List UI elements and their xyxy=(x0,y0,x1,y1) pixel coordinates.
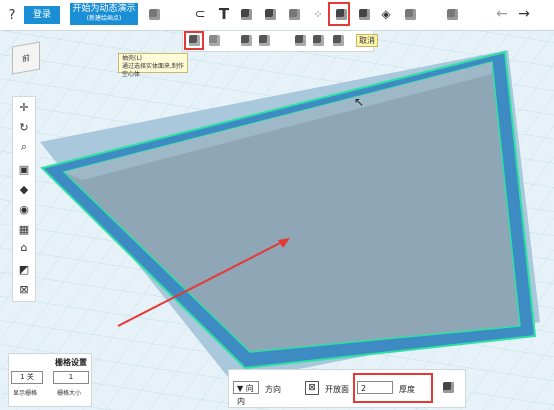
magnet-icon[interactable]: ⊂ xyxy=(192,6,208,22)
render-icon[interactable]: ▦ xyxy=(18,223,30,236)
grid-toggle-label: 显示栅格 xyxy=(13,390,38,397)
undo-icon[interactable]: ← xyxy=(494,6,510,22)
revolve-icon[interactable] xyxy=(286,6,302,22)
thickness-highlight xyxy=(353,373,433,403)
solid-icon-2[interactable] xyxy=(259,35,270,46)
solid-icon-1[interactable] xyxy=(241,35,252,46)
top-toolbar: ? 登录 开始为动态演示 (新建绘画点) ⊂ T ⁘ ◈ ← → xyxy=(0,0,554,31)
shell-sub-toolbar xyxy=(182,30,374,52)
direction-value: 向内 xyxy=(237,384,254,406)
redo-icon[interactable]: → xyxy=(516,6,532,22)
pattern-icon[interactable]: ⁘ xyxy=(310,6,326,22)
view-cube[interactable]: 前 xyxy=(12,41,40,75)
layer-icon[interactable] xyxy=(146,6,162,22)
grid-toggle-icon[interactable]: ⊠ xyxy=(18,283,30,296)
grid-size-field[interactable]: 1 xyxy=(53,371,89,384)
grid-toggle-field[interactable]: 1 关 xyxy=(11,371,43,384)
grid-size-label: 栅格大小 xyxy=(57,390,82,397)
text-icon[interactable]: T xyxy=(216,5,232,23)
material-icon[interactable]: ◩ xyxy=(18,263,30,276)
shell-layer-icon[interactable] xyxy=(209,35,220,46)
direction-select[interactable]: ▼ 向内 xyxy=(233,381,259,406)
mirror-icon[interactable] xyxy=(444,6,460,22)
grid-settings-title: 栅格设置 xyxy=(55,358,87,367)
tooltip-title: 抽壳(L) xyxy=(122,55,143,62)
shell-mode-highlight xyxy=(184,31,204,50)
open-face-checkbox[interactable]: ⊠ xyxy=(305,381,319,395)
open-face-label: 开放面 xyxy=(325,385,349,394)
view-cube-label: 前 xyxy=(22,52,30,64)
shell-start-button[interactable]: 开始为动态演示 (新建绘画点) xyxy=(70,3,138,25)
eye-icon[interactable]: ◉ xyxy=(18,203,30,216)
login-button[interactable]: 登录 xyxy=(24,6,60,24)
fillet-icon[interactable]: ◈ xyxy=(378,6,394,22)
direction-label: 方向 xyxy=(265,385,281,394)
grid-settings-panel: 栅格设置 1 关 1 显示栅格 栅格大小 xyxy=(8,353,92,407)
shell-start-sublabel: (新建绘画点) xyxy=(86,15,122,22)
cube-icon[interactable] xyxy=(356,6,372,22)
solid-icon-4[interactable] xyxy=(313,35,324,46)
box-icon[interactable] xyxy=(262,6,278,22)
rotate-icon[interactable]: ↻ xyxy=(18,121,30,134)
move-icon[interactable]: ✛ xyxy=(18,101,30,114)
camera-icon[interactable]: ⌂ xyxy=(18,241,30,254)
cursor-icon: ↖ xyxy=(354,95,364,109)
view-cube-small-icon[interactable]: ◆ xyxy=(18,183,30,196)
zoom-icon[interactable]: ⌕ xyxy=(18,140,30,153)
shell-tooltip: 抽壳(L) 通过选择实体面来,制作空心体 xyxy=(118,53,188,78)
help-icon[interactable]: ? xyxy=(4,7,20,23)
left-toolbar: ✛ ↻ ⌕ ▣ ◆ ◉ ▦ ⌂ ◩ ⊠ xyxy=(12,96,36,302)
shell-settings-panel: ▼ 向内 方向 ⊠ 开放面 2 厚度 xyxy=(228,369,466,408)
cancel-button[interactable]: 取消 xyxy=(356,34,378,47)
fit-view-icon[interactable]: ▣ xyxy=(18,163,30,176)
extrude-icon[interactable] xyxy=(238,6,254,22)
solid-icon-5[interactable] xyxy=(333,35,344,46)
shell-icon-highlight xyxy=(328,2,350,26)
confirm-shell-icon[interactable] xyxy=(443,382,454,393)
shell-start-label: 开始为动态演示 xyxy=(72,4,136,14)
tooltip-body: 通过选择实体面来,制作空心体 xyxy=(122,63,184,78)
solid-icon-3[interactable] xyxy=(295,35,306,46)
chamfer-icon[interactable] xyxy=(402,6,418,22)
